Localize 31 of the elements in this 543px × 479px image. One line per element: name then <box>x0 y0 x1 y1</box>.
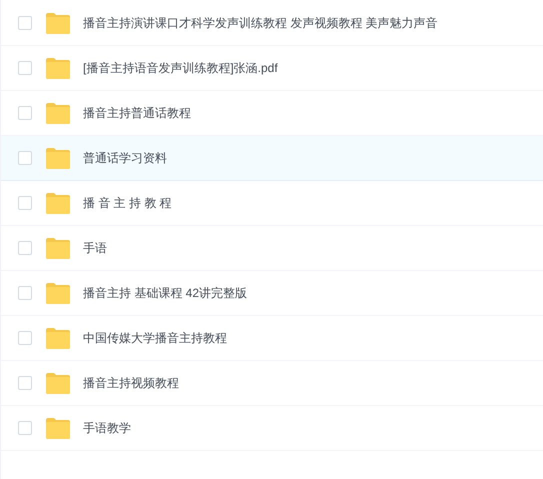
folder-icon <box>45 372 71 394</box>
file-name[interactable]: 播音主持视频教程 <box>83 374 179 392</box>
checkbox[interactable] <box>18 241 32 255</box>
file-name[interactable]: 播音主持 基础课程 42讲完整版 <box>83 284 248 302</box>
checkbox[interactable] <box>18 106 32 120</box>
file-name[interactable]: 普通话学习资料 <box>83 149 167 167</box>
folder-icon <box>45 58 71 78</box>
file-name[interactable]: 播音主持普通话教程 <box>83 104 191 122</box>
folder-icon <box>45 192 71 214</box>
file-name[interactable]: 中国传媒大学播音主持教程 <box>83 329 227 347</box>
file-name[interactable]: 播 音 主 持 教 程 <box>83 194 172 212</box>
checkbox[interactable] <box>18 61 32 75</box>
checkbox[interactable] <box>18 421 32 435</box>
folder-icon <box>45 102 71 124</box>
checkbox[interactable] <box>18 196 32 210</box>
file-row[interactable]: 普通话学习资料 <box>1 136 543 181</box>
checkbox[interactable] <box>18 151 32 165</box>
folder-icon <box>45 12 71 34</box>
folder-icon <box>45 238 71 258</box>
folder-icon <box>45 148 71 168</box>
folder-icon <box>45 282 71 304</box>
folder-icon <box>45 328 71 348</box>
checkbox[interactable] <box>18 376 32 390</box>
file-name[interactable]: 手语 <box>83 239 107 257</box>
checkbox[interactable] <box>18 16 32 30</box>
file-name[interactable]: 播音主持演讲课口才科学发声训练教程 发声视频教程 美声魅力声音 <box>83 14 438 32</box>
folder-icon <box>45 418 71 438</box>
file-name[interactable]: 手语教学 <box>83 419 131 437</box>
file-name[interactable]: [播音主持语音发声训练教程]张涵.pdf <box>83 59 278 77</box>
checkbox[interactable] <box>18 331 32 345</box>
checkbox[interactable] <box>18 286 32 300</box>
